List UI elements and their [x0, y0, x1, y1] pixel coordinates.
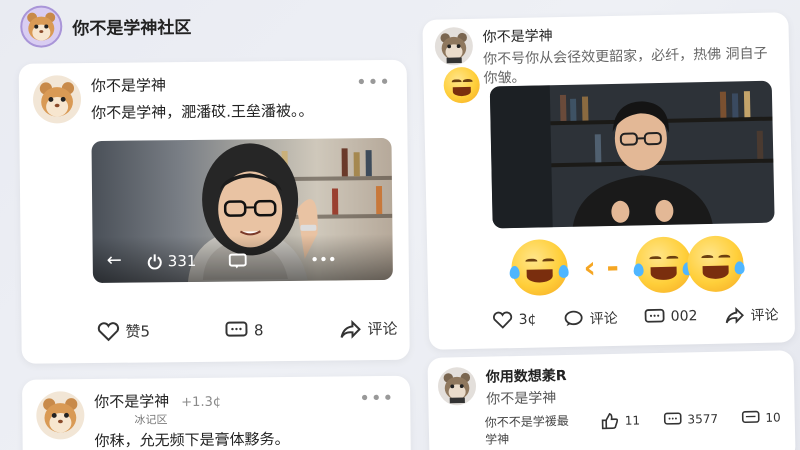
comment-icon: [644, 308, 665, 323]
hamster-icon: [39, 82, 75, 117]
back-arrow-icon[interactable]: ←: [107, 250, 122, 271]
author-name[interactable]: 你用数想羕R: [486, 365, 567, 387]
post-card[interactable]: 你不是学神 +1.3¢ 冰记区 你秣，允无频下是膏体黟务。 •••: [21, 375, 411, 450]
comment-count: 8: [253, 320, 264, 339]
hamster-icon: [440, 32, 467, 64]
comment-label: 评论: [589, 310, 618, 328]
post-actions: 11 3577 10: [601, 408, 781, 430]
share-label: 评论: [750, 307, 779, 325]
heart-icon: [493, 311, 513, 329]
message-icon: [741, 410, 760, 424]
chat-icon: [564, 310, 583, 327]
like-button[interactable]: 3¢: [492, 311, 537, 330]
like-count: 11: [624, 413, 641, 428]
community-header: 你不是学神社区: [20, 4, 191, 48]
author-avatar[interactable]: [32, 75, 82, 124]
video-player[interactable]: [489, 80, 775, 229]
post-header: 你不是学神 你不是学神，淝潘砹.王垒潘被。。: [32, 73, 314, 124]
post-meta: +1.3¢: [181, 394, 222, 411]
view-count-text: 331: [167, 251, 197, 271]
left-feed: 你不是学神社区 你不是学神 你不是学神，淝潘砹.王垒潘被。。 ••• ← 331…: [0, 0, 415, 450]
post-actions: 3¢ 评论 002 评论: [492, 305, 779, 331]
thumbs-up-icon: [601, 412, 619, 430]
post-actions: 赞5 8 评论: [97, 318, 398, 342]
heart-icon: [97, 321, 120, 341]
comment-button[interactable]: 3577: [663, 411, 718, 428]
hand-gesture-icon: ‹ -: [583, 249, 620, 286]
more-options-icon[interactable]: •••: [359, 388, 394, 409]
comment-icon: [663, 412, 682, 425]
post-tag[interactable]: 冰记区: [134, 410, 289, 428]
comment-button[interactable]: 8: [225, 320, 264, 340]
message-count: 10: [765, 410, 781, 425]
laughing-emoji-icon: [443, 66, 481, 104]
post-card[interactable]: 你用数想羕R 你不是学神 你不不是学禐最学神 11 3577 10: [427, 350, 796, 450]
right-feed: 你不是学神 你不号你从会径效更韶家，必纤，热佛 洞自子你皱。 ‹ - 3¢ 评论…: [412, 0, 800, 450]
like-button[interactable]: 11: [601, 411, 641, 430]
post-card[interactable]: 你不是学神 你不是学神，淝潘砹.王垒潘被。。 ••• ← 331 ••• 赞5 …: [18, 59, 410, 364]
share-button[interactable]: 评论: [724, 305, 779, 326]
hamster-icon: [27, 12, 56, 41]
author-name[interactable]: 你不是学神: [91, 73, 313, 96]
post-header: 你不是学神 你不号你从会径效更韶家，必纤，热佛 洞自子你皱。: [434, 21, 773, 90]
like-button[interactable]: 赞5: [97, 320, 150, 342]
message-button[interactable]: 10: [741, 409, 781, 426]
hamster-icon: [43, 398, 78, 433]
author-avatar[interactable]: [36, 391, 85, 440]
author-avatar[interactable]: [434, 26, 474, 66]
share-arrow-icon: [340, 319, 361, 339]
author-name[interactable]: 你不是学神: [94, 390, 169, 412]
post-text: 你秣，允无频下是膏体黟务。: [94, 429, 290, 450]
message-button[interactable]: 002: [644, 307, 698, 326]
laughing-emoji-icon: [633, 236, 693, 294]
more-options-icon[interactable]: •••: [356, 72, 391, 93]
laughing-emoji-icon: [509, 238, 569, 297]
community-avatar[interactable]: [20, 5, 63, 48]
comment-count: 3577: [687, 411, 719, 427]
share-label: 评论: [367, 319, 398, 339]
video-player[interactable]: ← 331 •••: [91, 137, 393, 284]
post-text: 你不是学神，淝潘砹.王垒潘被。。: [91, 101, 314, 123]
comment-icon: [225, 320, 248, 337]
power-icon: [147, 254, 162, 270]
laughing-emoji-icon: [686, 235, 745, 293]
post-header: 你用数想羕R 你不是学神: [437, 365, 568, 410]
author-avatar[interactable]: [437, 366, 477, 406]
view-count[interactable]: 331: [147, 251, 197, 271]
author-subtitle: 你不是学神: [486, 390, 557, 408]
community-title: 你不是学神社区: [72, 17, 192, 39]
post-header: 你不是学神 +1.3¢ 冰记区 你秣，允无频下是膏体黟务。: [36, 389, 290, 450]
comment-button[interactable]: 评论: [563, 308, 618, 329]
message-count: 002: [670, 308, 698, 325]
post-card[interactable]: 你不是学神 你不号你从会径效更韶家，必纤，热佛 洞自子你皱。 ‹ - 3¢ 评论…: [422, 12, 796, 350]
hamster-icon: [443, 372, 471, 404]
like-label: 赞5: [125, 322, 151, 341]
video-more-icon[interactable]: •••: [310, 250, 337, 268]
like-count: 3¢: [518, 311, 537, 328]
post-text: 你不不是学禐最学神: [484, 413, 569, 447]
share-arrow-icon: [725, 306, 744, 324]
person-image: [572, 101, 713, 227]
author-name[interactable]: 你不是学神: [482, 21, 772, 47]
share-button[interactable]: 评论: [339, 318, 398, 340]
comment-bubble-icon[interactable]: [228, 253, 247, 269]
